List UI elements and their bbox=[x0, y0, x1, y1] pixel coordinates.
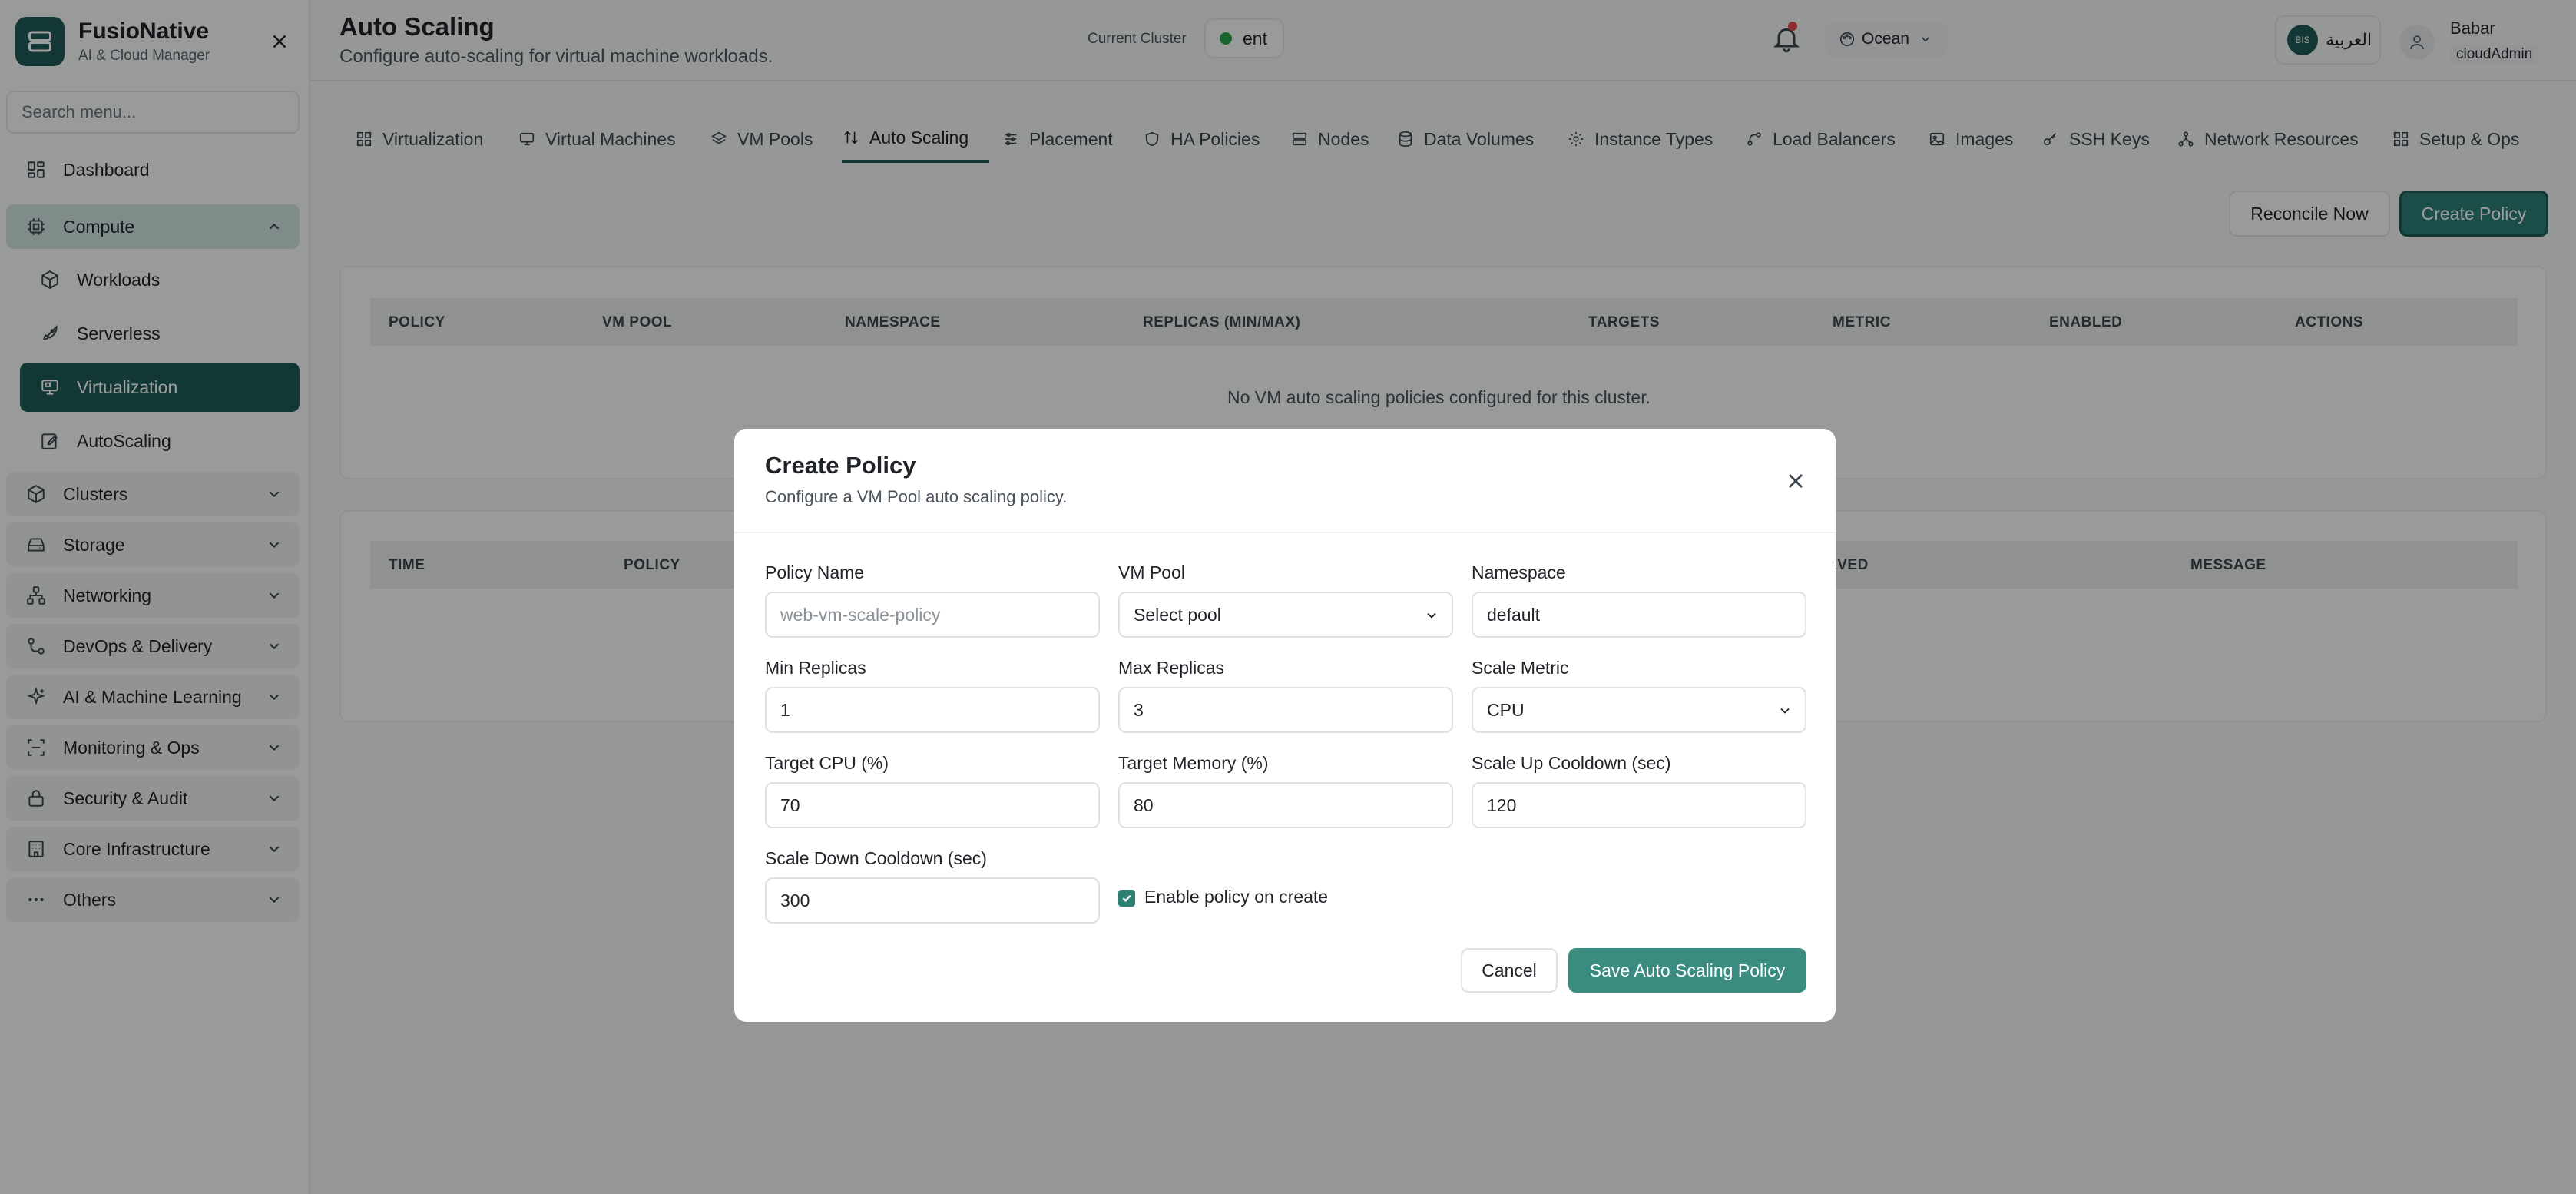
vm-pool-value: Select pool bbox=[1134, 604, 1221, 625]
target-memory-input[interactable]: 80 bbox=[1118, 782, 1453, 828]
scale-metric-select[interactable]: CPU bbox=[1472, 687, 1806, 733]
policy-name-input[interactable]: web-vm-scale-policy bbox=[765, 592, 1100, 638]
scale-down-cooldown-input[interactable]: 300 bbox=[765, 877, 1100, 924]
namespace-label: Namespace bbox=[1472, 562, 1566, 582]
policy-name-label: Policy Name bbox=[765, 562, 865, 582]
modal-title: Create Policy bbox=[765, 452, 916, 479]
target-cpu-input[interactable]: 70 bbox=[765, 782, 1100, 828]
enable-policy-checkbox[interactable] bbox=[1118, 890, 1135, 907]
vm-pool-label: VM Pool bbox=[1118, 562, 1185, 582]
scale-metric-value: CPU bbox=[1487, 699, 1525, 720]
checkmark-icon bbox=[1122, 894, 1131, 903]
scale-metric-label: Scale Metric bbox=[1472, 658, 1569, 678]
min-replicas-label: Min Replicas bbox=[765, 658, 866, 678]
modal-subtitle: Configure a VM Pool auto scaling policy. bbox=[765, 487, 1068, 506]
modal-divider bbox=[734, 532, 1836, 533]
scale-up-cooldown-input[interactable]: 120 bbox=[1472, 782, 1806, 828]
max-replicas-input[interactable]: 3 bbox=[1118, 687, 1453, 733]
cancel-button[interactable]: Cancel bbox=[1461, 948, 1558, 993]
target-memory-label: Target Memory (%) bbox=[1118, 753, 1269, 773]
vm-pool-select[interactable]: Select pool bbox=[1118, 592, 1453, 638]
chevron-down-icon bbox=[1427, 612, 1436, 619]
scale-up-cooldown-label: Scale Up Cooldown (sec) bbox=[1472, 753, 1671, 773]
namespace-input[interactable]: default bbox=[1472, 592, 1806, 638]
save-policy-button[interactable]: Save Auto Scaling Policy bbox=[1568, 948, 1806, 993]
close-icon[interactable] bbox=[1783, 469, 1808, 493]
target-cpu-label: Target CPU (%) bbox=[765, 753, 889, 773]
chevron-down-icon bbox=[1780, 708, 1790, 714]
scale-down-cooldown-label: Scale Down Cooldown (sec) bbox=[765, 848, 987, 868]
max-replicas-label: Max Replicas bbox=[1118, 658, 1225, 678]
create-policy-modal: Create Policy Configure a VM Pool auto s… bbox=[734, 429, 1836, 1022]
min-replicas-input[interactable]: 1 bbox=[765, 687, 1100, 733]
enable-policy-label: Enable policy on create bbox=[1144, 887, 1329, 907]
